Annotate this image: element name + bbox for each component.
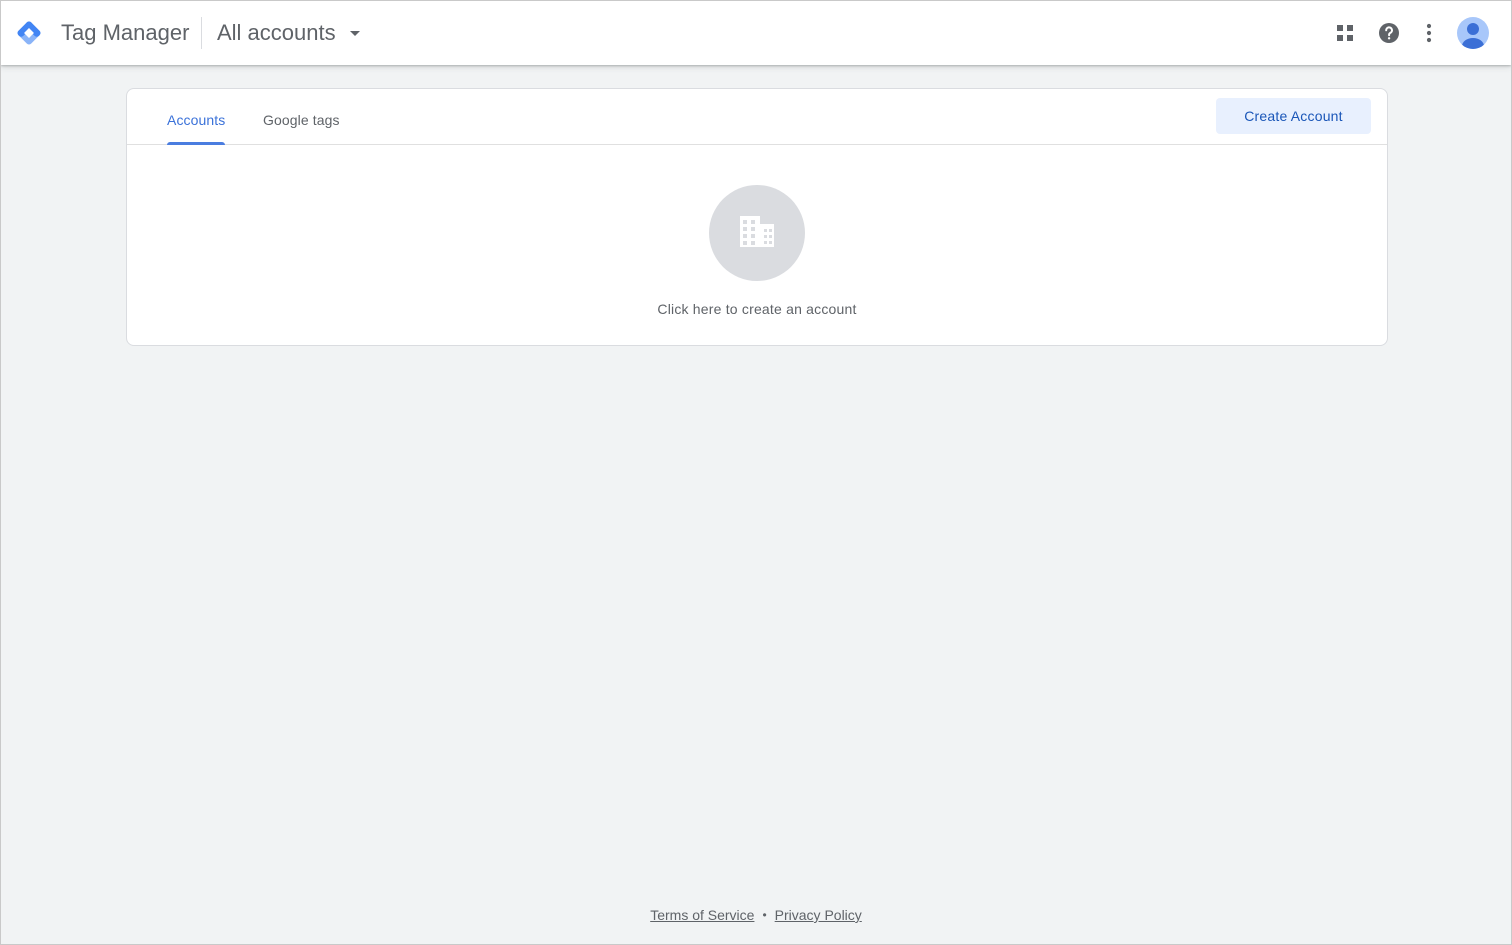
app-header: Tag Manager All accounts [1,1,1511,65]
caret-down-icon [349,30,360,36]
footer: Terms of Service • Privacy Policy [1,907,1511,923]
more-vert-icon[interactable] [1413,17,1445,49]
footer-separator: • [762,908,767,922]
empty-state[interactable]: Click here to create an account [127,185,1387,317]
building-icon [739,214,775,253]
product-name[interactable]: Tag Manager [61,20,189,46]
apps-grid-icon[interactable] [1329,17,1361,49]
help-icon[interactable] [1373,17,1405,49]
tab-bar: Accounts Google tags Create Account [127,89,1387,145]
app-window: Tag Manager All accounts Accounts Google… [0,0,1512,945]
tab-google-tags[interactable]: Google tags [263,111,340,145]
tab-google-tags-label: Google tags [263,112,340,128]
account-selector-label: All accounts [217,20,336,45]
header-divider [201,17,202,49]
tab-accounts[interactable]: Accounts [167,111,226,145]
empty-state-circle [709,185,805,281]
account-selector[interactable]: All accounts [217,15,360,51]
accounts-card: Accounts Google tags Create Account Clic… [126,88,1388,346]
empty-state-text: Click here to create an account [657,301,857,317]
tab-accounts-label: Accounts [167,112,226,128]
privacy-policy-link[interactable]: Privacy Policy [775,907,862,923]
create-account-button[interactable]: Create Account [1216,98,1371,134]
tag-manager-logo-icon[interactable] [12,16,46,50]
active-tab-indicator [167,142,226,145]
account-avatar[interactable] [1455,15,1491,51]
terms-of-service-link[interactable]: Terms of Service [650,907,754,923]
